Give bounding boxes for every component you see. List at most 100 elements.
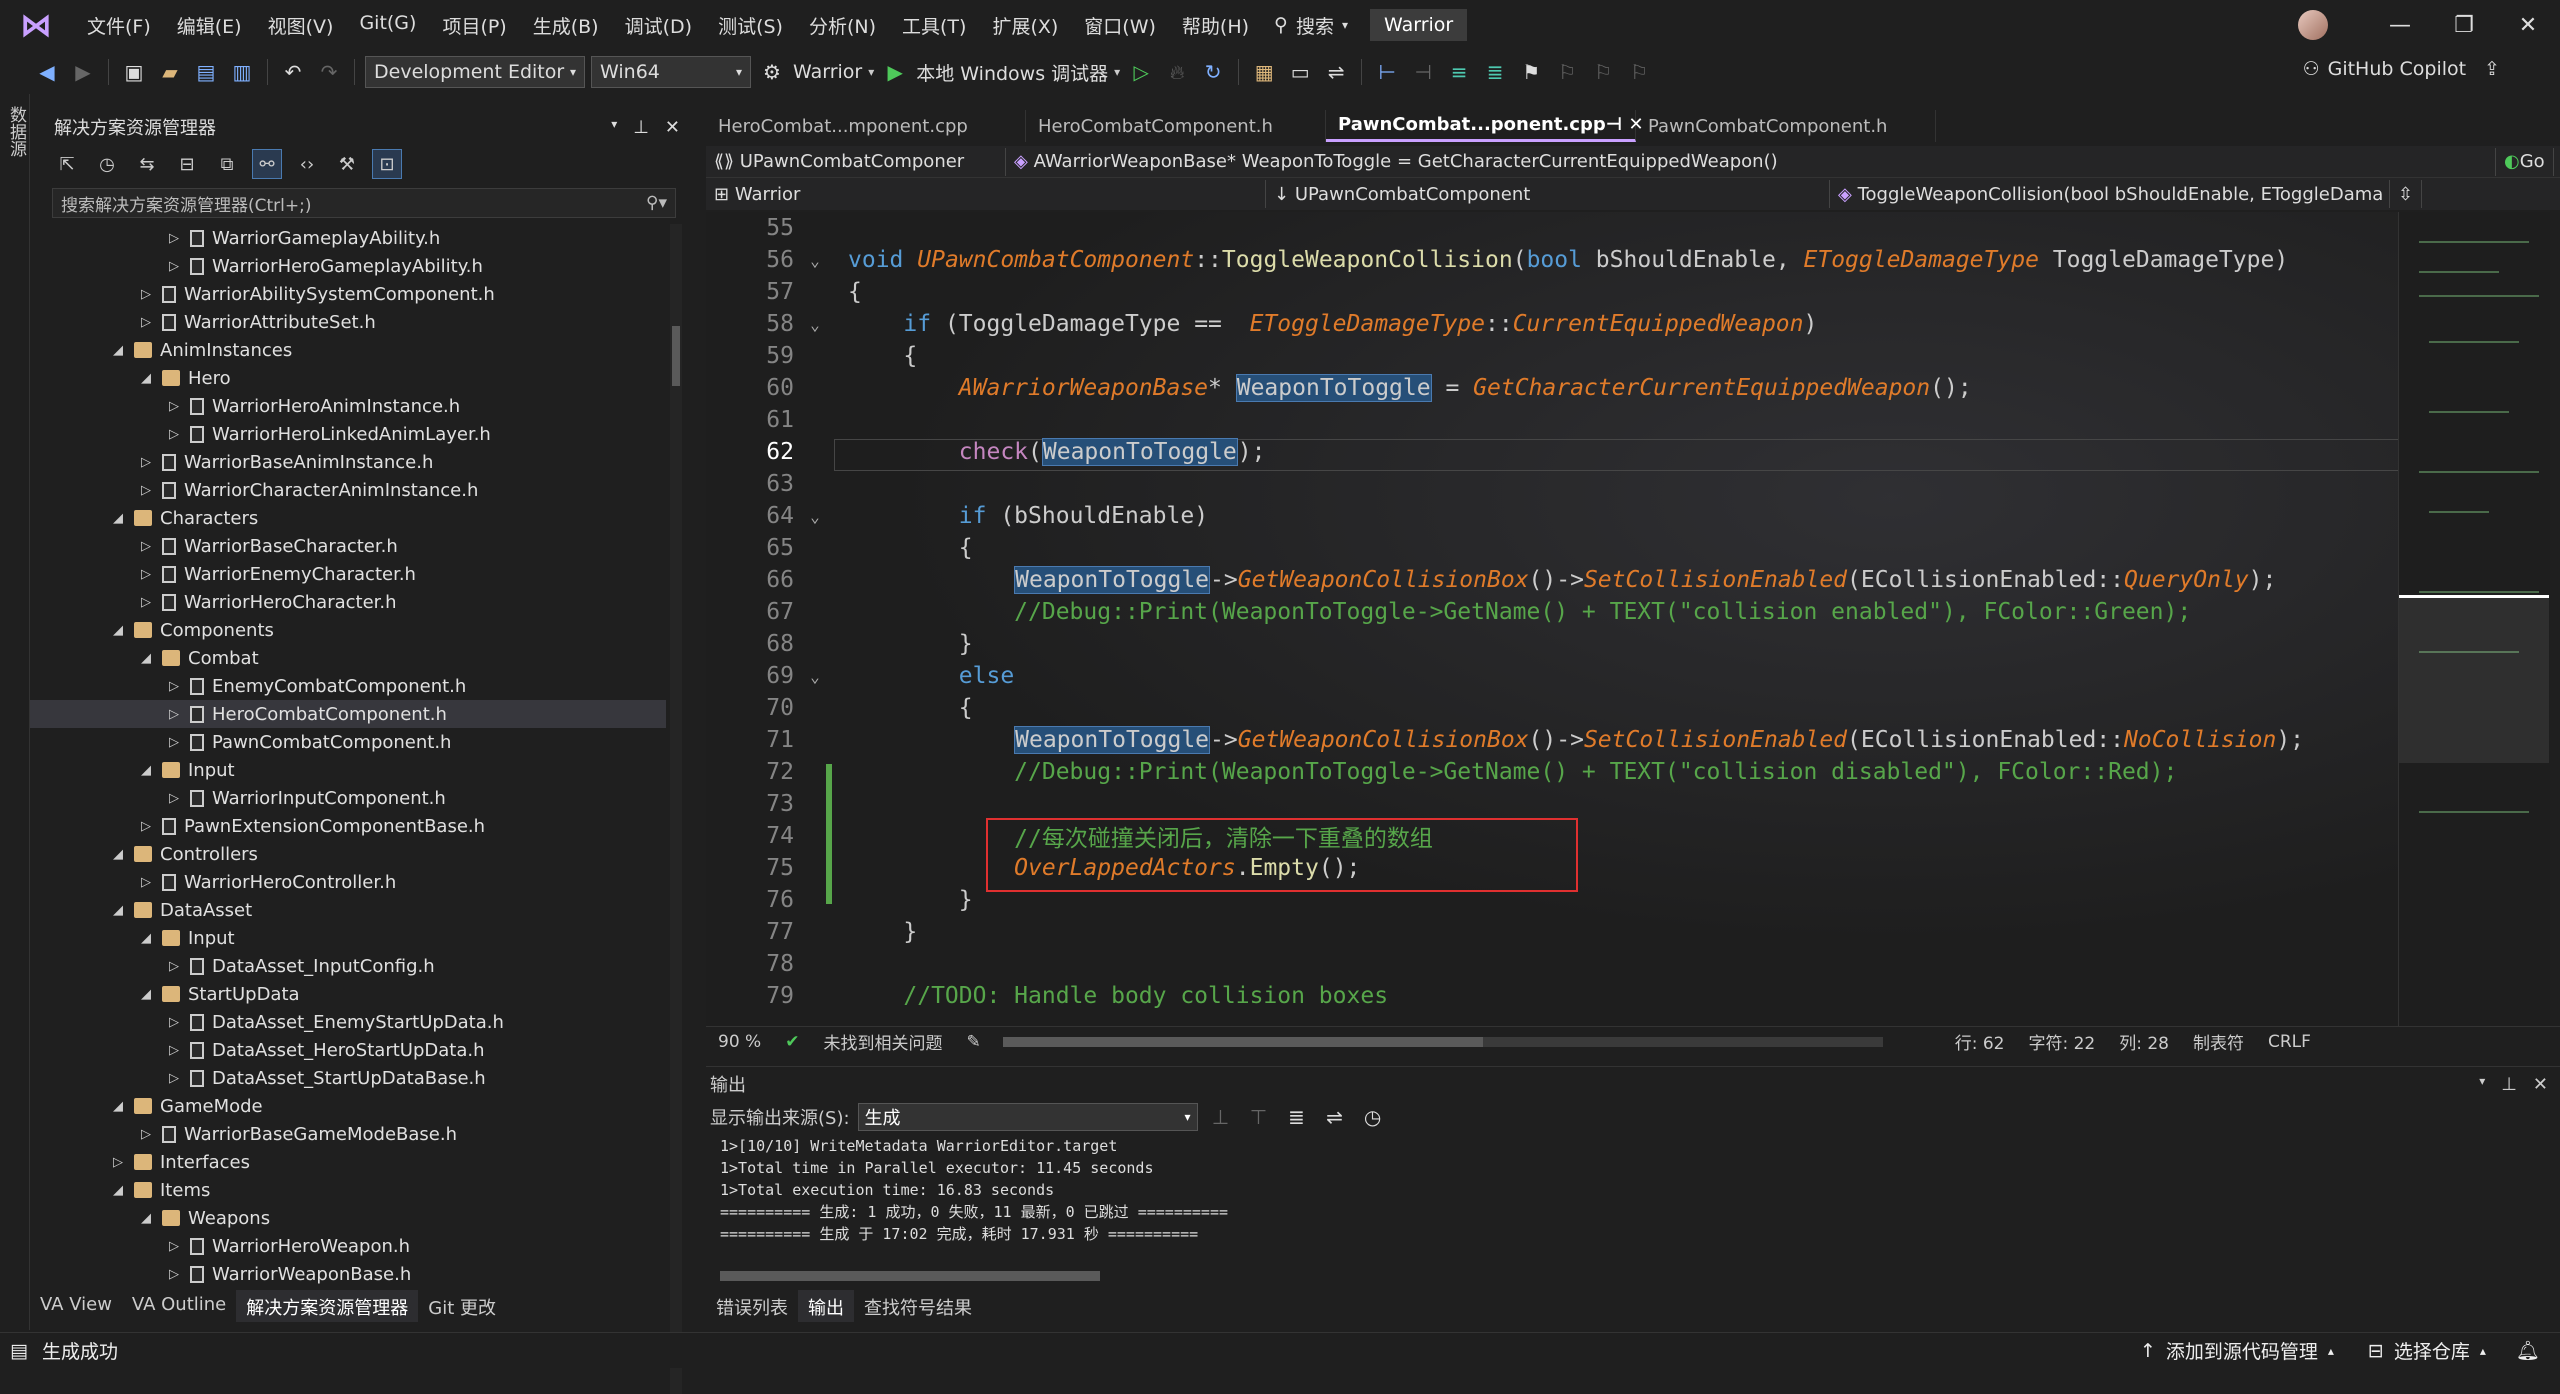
tree-expander-icon[interactable]: ▷	[166, 959, 182, 974]
tree-folder[interactable]: ◢ Input	[30, 756, 666, 784]
project-dropdown[interactable]: ⊞ Warrior	[706, 180, 1266, 208]
tree-expander-icon[interactable]: ▷	[166, 1043, 182, 1058]
toolbox-icon[interactable]: ▦	[1249, 57, 1279, 87]
eol-indicator[interactable]: CRLF	[2256, 1032, 2323, 1052]
menu-item[interactable]: 编辑(E)	[164, 12, 255, 39]
document-tab[interactable]: PawnCombat...ponent.cpp ⊣ ✕	[1326, 110, 1644, 142]
start-without-debugging-icon[interactable]: ▷	[1126, 57, 1156, 87]
fold-toggle-icon[interactable]: ⌄	[798, 507, 832, 526]
save-all-icon[interactable]: ▥	[227, 57, 257, 87]
prev-message-icon[interactable]: ⊥	[1206, 1102, 1236, 1132]
align-left-icon[interactable]: ⊢	[1372, 57, 1402, 87]
document-tab[interactable]: HeroCombat...mponent.cpp	[706, 110, 1026, 142]
view-code-icon[interactable]: ‹›	[292, 149, 322, 179]
close-icon[interactable]: ✕	[665, 117, 680, 138]
row-indicator[interactable]: 行: 62	[1943, 1029, 2017, 1054]
class-scope-dropdown[interactable]: ⟪⟫ UPawnCombatComponer	[706, 147, 1006, 176]
tree-expander-icon[interactable]: ▷	[138, 287, 154, 302]
share-icon[interactable]: ⇪	[2484, 58, 2500, 80]
data-source-side-tab[interactable]: 数据源	[0, 94, 30, 1330]
char-indicator[interactable]: 字符: 22	[2016, 1029, 2107, 1054]
tree-expander-icon[interactable]: ▷	[166, 1267, 182, 1282]
tree-expander-icon[interactable]: ◢	[138, 931, 154, 946]
chevron-down-icon[interactable]: ▾	[2479, 1074, 2485, 1095]
document-tab[interactable]: HeroCombatComponent.h	[1026, 110, 1326, 142]
tree-expander-icon[interactable]: ▷	[138, 315, 154, 330]
tree-expander-icon[interactable]: ◢	[110, 511, 126, 526]
brush-icon[interactable]: ✎	[954, 1032, 992, 1052]
solution-config-dropdown[interactable]: Development Editor ▾	[365, 56, 585, 88]
tree-expander-icon[interactable]: ▷	[138, 595, 154, 610]
tree-expander-icon[interactable]: ▷	[138, 567, 154, 582]
add-to-source-control-button[interactable]: 添加到源代码管理	[2166, 1337, 2318, 1364]
minimap-viewport[interactable]	[2399, 595, 2549, 763]
close-window-button[interactable]: ✕	[2496, 13, 2560, 38]
tree-folder[interactable]: ◢ DataAsset	[30, 896, 666, 924]
refresh-icon[interactable]: ↻	[1198, 57, 1228, 87]
preview-icon[interactable]: ⊡	[372, 149, 402, 179]
tree-folder[interactable]: ◢ Hero	[30, 364, 666, 392]
panel-tab[interactable]: 输出	[798, 1290, 854, 1322]
tree-file[interactable]: ▷ DataAsset_InputConfig.h	[30, 952, 666, 980]
show-all-files-icon[interactable]: ⧉	[212, 149, 242, 179]
undo-icon[interactable]: ↶	[278, 57, 308, 87]
tree-expander-icon[interactable]: ▷	[110, 1155, 126, 1170]
menu-item[interactable]: 视图(V)	[255, 12, 347, 39]
tree-expander-icon[interactable]: ◢	[110, 903, 126, 918]
redo-icon[interactable]: ↷	[314, 57, 344, 87]
panel-tab[interactable]: Git 更改	[418, 1290, 506, 1322]
visual-studio-logo-icon[interactable]: ⋈	[16, 5, 56, 45]
document-tab[interactable]: PawnCombatComponent.h	[1636, 110, 1936, 142]
menu-item[interactable]: 测试(S)	[705, 12, 796, 39]
tree-expander-icon[interactable]: ◢	[138, 371, 154, 386]
panel-tab[interactable]: 查找符号结果	[854, 1290, 982, 1322]
fold-toggle-icon[interactable]: ⌄	[798, 315, 832, 334]
tree-file[interactable]: ▷ PawnCombatComponent.h	[30, 728, 666, 756]
tree-file[interactable]: ▷ WarriorAbilitySystemComponent.h	[30, 280, 666, 308]
tree-folder[interactable]: ◢ Items	[30, 1176, 666, 1204]
next-bookmark-icon[interactable]: ⚐	[1588, 57, 1618, 87]
tree-file[interactable]: ▷ EnemyCombatComponent.h	[30, 672, 666, 700]
tree-folder[interactable]: ◢ Weapons	[30, 1204, 666, 1232]
tab-indicator[interactable]: 制表符	[2181, 1029, 2256, 1054]
fold-toggle-icon[interactable]: ⌄	[798, 251, 832, 270]
tree-expander-icon[interactable]: ▷	[166, 1071, 182, 1086]
clear-all-icon[interactable]: ≣	[1282, 1102, 1312, 1132]
tree-expander-icon[interactable]: ▷	[166, 259, 182, 274]
tree-file[interactable]: ▷ PawnExtensionComponentBase.h	[30, 812, 666, 840]
filter-icon[interactable]: ⚯	[252, 149, 282, 179]
tree-file[interactable]: ▷ DataAsset_StartUpDataBase.h	[30, 1064, 666, 1092]
restore-button[interactable]: ❐	[2432, 13, 2496, 38]
open-folder-icon[interactable]: ▰	[155, 57, 185, 87]
menu-item[interactable]: 生成(B)	[520, 12, 612, 39]
sync-icon[interactable]: ⇆	[132, 149, 162, 179]
tree-file[interactable]: ▷ DataAsset_HeroStartUpData.h	[30, 1036, 666, 1064]
tree-folder[interactable]: ◢ StartUpData	[30, 980, 666, 1008]
tree-expander-icon[interactable]: ◢	[138, 651, 154, 666]
tree-expander-icon[interactable]: ▷	[138, 455, 154, 470]
tree-file[interactable]: ▷ DataAsset_EnemyStartUpData.h	[30, 1008, 666, 1036]
zoom-dropdown[interactable]: 90 %	[706, 1032, 773, 1052]
bookmark-icon[interactable]: ⚑	[1516, 57, 1546, 87]
go-button[interactable]: ◐ Go	[2496, 147, 2554, 176]
class-dropdown[interactable]: ↓ UPawnCombatComponent	[1266, 180, 1830, 208]
tree-expander-icon[interactable]: ▷	[138, 539, 154, 554]
pin-icon[interactable]: ⊥	[2501, 1074, 2517, 1095]
tree-expander-icon[interactable]: ▷	[138, 483, 154, 498]
tree-expander-icon[interactable]: ▷	[166, 399, 182, 414]
tree-file[interactable]: ▷ WarriorAttributeSet.h	[30, 308, 666, 336]
tree-expander-icon[interactable]: ▷	[138, 1127, 154, 1142]
tree-expander-icon[interactable]: ▷	[166, 791, 182, 806]
tree-expander-icon[interactable]: ▷	[138, 875, 154, 890]
scrollbar-thumb[interactable]	[672, 326, 680, 386]
tree-file[interactable]: ▷ WarriorHeroCharacter.h	[30, 588, 666, 616]
tree-folder[interactable]: ◢ GameMode	[30, 1092, 666, 1120]
tree-expander-icon[interactable]: ◢	[138, 1211, 154, 1226]
panel-tab[interactable]: 错误列表	[706, 1290, 798, 1322]
tree-file[interactable]: ▷ WarriorWeaponBase.h	[30, 1260, 666, 1288]
clear-bookmarks-icon[interactable]: ⚐	[1624, 57, 1654, 87]
member-scope-dropdown[interactable]: ◈ AWarriorWeaponBase* WeaponToToggle = G…	[1006, 147, 2496, 176]
tree-expander-icon[interactable]: ▷	[166, 427, 182, 442]
menu-item[interactable]: 项目(P)	[429, 12, 519, 39]
tree-file[interactable]: ▷ WarriorHeroController.h	[30, 868, 666, 896]
